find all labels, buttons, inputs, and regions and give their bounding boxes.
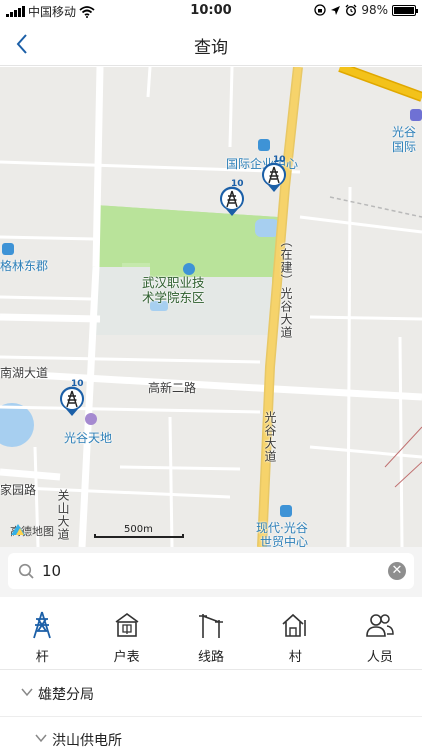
tower-marker[interactable]: 10 [58,379,86,417]
map-label-guanggu-dadao-south: 光谷大道 [263,411,277,463]
rotation-lock-icon [314,4,326,16]
navigation-bar: 查询 [0,22,422,66]
map-label-gaoxin: 高新二路 [148,381,197,395]
marker-count: 10 [231,179,244,189]
tower-marker[interactable]: 10 [218,179,246,217]
map-label-gelin: 格林东郡 [0,259,49,273]
battery-fill [394,6,414,14]
map-label-jiayuan: 家园路 [0,483,37,497]
tab-people[interactable]: 人员 [338,598,422,669]
tab-label: 线路 [198,650,225,665]
tower-marker[interactable]: 10 [260,155,288,193]
marker-count: 10 [273,155,286,165]
page-title: 查询 [194,38,228,58]
tab-label: 人员 [366,650,393,665]
status-right: 98% [314,3,418,17]
marker-count: 10 [71,379,84,389]
status-bar: 中国移动 10:00 98% [0,0,422,22]
tab-meter[interactable]: 户表 [84,598,168,669]
tab-label: 村 [288,650,302,665]
tree-item-xiongchu[interactable]: 雄楚分局 [0,671,422,717]
village-icon [282,613,307,637]
location-arrow-icon [331,5,341,15]
map-label-campus: 武汉职业技 术学院东区 [142,275,205,305]
tab-line[interactable]: 线路 [169,598,253,669]
map-scale: 500m [94,524,184,538]
people-icon [366,614,394,637]
tab-label: 杆 [35,650,49,665]
scale-bar [94,534,184,538]
campus-name-line-2: 术学院东区 [142,290,205,305]
map-label-hehu: 南湖大道 [0,366,49,380]
battery-percent: 98% [361,3,388,17]
map-label-guoji: 国际 [392,140,417,154]
map-label-guanggu-tiandi: 光谷天地 [64,431,113,445]
map-label-guanggu-dadao-north: （在建）光谷大道 [279,235,293,339]
chevron-down-icon [21,688,33,697]
alarm-icon [345,4,357,16]
search-input[interactable] [42,557,382,585]
meter-icon [115,613,139,637]
battery-icon [392,4,418,16]
tab-label: 户表 [113,650,140,665]
tab-pole[interactable]: 杆 [0,598,84,669]
search-icon [18,563,34,579]
map-canvas [0,67,422,547]
campus-name-line-1: 武汉职业技 [142,275,205,290]
amap-logo: 高德地图 [10,523,54,539]
clear-search-button[interactable]: ✕ [388,562,406,580]
map-label-xiandai-2: 世贸中心 [260,535,309,547]
chevron-down-icon [35,734,47,743]
tree-item-hongshan[interactable]: 洪山供电所 [0,717,422,750]
power-line-icon [199,614,224,638]
org-tree: 雄楚分局 洪山供电所 [0,671,422,750]
search-bar: ✕ [0,547,422,597]
map-label-guanshan: 关山大道 [56,489,70,541]
tab-village[interactable]: 村 [253,598,337,669]
tree-item-label: 洪山供电所 [52,733,122,749]
tower-icon [33,611,52,639]
category-tabs: 杆 户表 线路 村 人员 [0,598,422,670]
tree-item-label: 雄楚分局 [38,687,94,703]
map-view[interactable]: 光谷 国际 国际企业中心 格林东郡 武汉职业技 术学院东区 南湖大道 高新二路 … [0,67,422,547]
amap-logo-icon [11,524,25,535]
search-box: ✕ [8,553,414,589]
